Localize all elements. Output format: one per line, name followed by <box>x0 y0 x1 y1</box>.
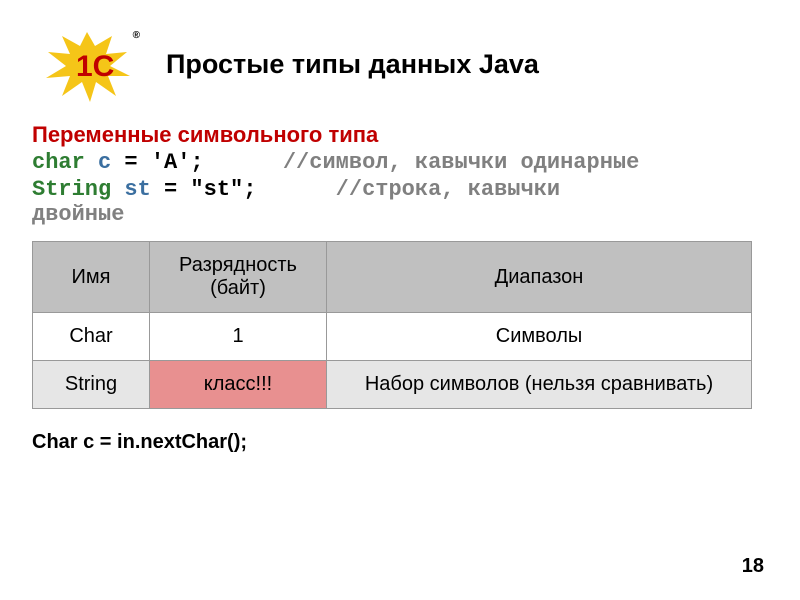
th-bits: Разрядность (байт) <box>150 242 327 313</box>
cell-bits: 1 <box>150 313 327 361</box>
page-number: 18 <box>742 555 764 578</box>
datatype-table: Имя Разрядность (байт) Диапазон Char 1 С… <box>32 241 752 409</box>
registered-mark: ® <box>133 30 140 41</box>
code-rest-1: = 'А'; <box>124 150 203 175</box>
footer-code: Char c = in.nextChar(); <box>32 431 768 454</box>
cell-name: Char <box>33 313 150 361</box>
th-name: Имя <box>33 242 150 313</box>
code-var-st: st <box>124 177 150 202</box>
code-line-1: char c = 'А'; //символ, кавычки одинарны… <box>32 150 768 175</box>
cell-range: Символы <box>327 313 752 361</box>
th-range: Диапазон <box>327 242 752 313</box>
section-subtitle: Переменные символьного типа <box>32 122 768 148</box>
code-type-char: char <box>32 150 85 175</box>
header: 1C ® Простые типы данных Java <box>32 24 768 104</box>
table-row: String класс!!! Набор символов (нельзя с… <box>33 361 752 409</box>
code-line-2: String st = "st"; //строка, кавычки <box>32 177 768 202</box>
code-type-string: String <box>32 177 111 202</box>
logo-1c: 1C ® <box>32 24 142 104</box>
svg-text:1C: 1C <box>76 50 114 83</box>
code-var-c: c <box>98 150 111 175</box>
table-row: Char 1 Символы <box>33 313 752 361</box>
cell-name: String <box>33 361 150 409</box>
code-rest-2: = "st"; <box>164 177 256 202</box>
code-comment-1: //символ, кавычки одинарные <box>283 150 639 175</box>
cell-range: Набор символов (нельзя сравнивать) <box>327 361 752 409</box>
code-comment-2-tail: двойные <box>32 202 768 227</box>
slide: 1C ® Простые типы данных Java Переменные… <box>0 0 800 478</box>
code-comment-2: //строка, кавычки <box>336 177 560 202</box>
logo-splash-icon: 1C <box>32 24 142 104</box>
cell-bits-highlight: класс!!! <box>150 361 327 409</box>
table-header-row: Имя Разрядность (байт) Диапазон <box>33 242 752 313</box>
page-title: Простые типы данных Java <box>166 48 539 80</box>
